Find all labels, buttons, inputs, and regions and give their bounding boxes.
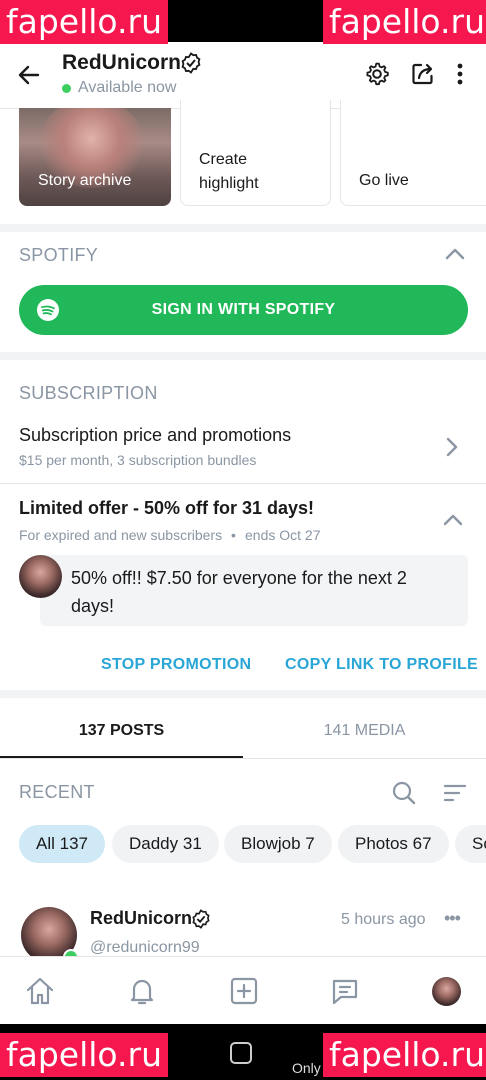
subscription-section-title: SUBSCRIPTION [19,383,158,403]
offer-title: Limited offer - 50% off for 31 days! [19,498,315,518]
divider [0,690,486,698]
message-icon[interactable] [329,975,361,1012]
create-highlight-card[interactable]: Create highlight [180,100,331,206]
avatar [19,555,62,598]
offer-subtitle: For expired and new subscribers [19,527,223,543]
tab-posts-label: 137 POSTS [78,722,165,739]
divider [0,483,486,484]
filter-chip-daddy[interactable]: Daddy 31 [112,825,219,863]
divider [0,758,486,759]
watermark-bottom-left: fapello.ru [0,1033,169,1077]
tab-media[interactable]: 141 MEDIA [243,698,486,758]
chevron-right-icon [444,436,460,463]
tab-posts[interactable]: 137 POSTS [0,698,243,758]
offer-message-text: 50% off!! $7.50 for everyone for the nex… [71,568,407,616]
verified-icon [191,909,211,934]
home-icon[interactable] [24,975,56,1012]
only-label: Only [292,1060,321,1076]
offer-ends: ends Oct 27 [245,527,321,543]
more-vertical-icon[interactable] [452,61,468,87]
subscription-price-subtitle: $15 per month, 3 subscription bundles [19,452,257,468]
sort-icon[interactable] [443,782,467,809]
verified-icon [180,52,202,79]
story-archive-label: Story archive [38,172,132,189]
chevron-up-icon[interactable] [442,512,464,533]
filter-chip-more[interactable]: So [455,825,486,863]
online-dot [62,84,71,93]
profile-header: RedUnicorn Available now [0,42,486,109]
filter-chip-all[interactable]: All 137 [19,825,105,863]
profile-avatar[interactable] [432,977,461,1006]
subscription-price-title: Subscription price and promotions [19,425,292,445]
post-more-button[interactable]: ••• [444,908,461,929]
go-live-label: Go live [359,172,409,189]
copy-link-button[interactable]: COPY LINK TO PROFILE [285,656,478,674]
go-live-card[interactable]: Go live [340,100,486,206]
bottom-nav [0,956,486,1025]
watermark-top-right: fapello.ru [323,0,486,44]
back-arrow-icon[interactable] [16,62,42,88]
search-icon[interactable] [391,780,417,811]
offer-message-bubble: 50% off!! $7.50 for everyone for the nex… [40,555,468,626]
profile-name[interactable]: RedUnicorn [62,51,181,75]
sign-in-spotify-button[interactable]: SIGN IN WITH SPOTIFY [19,285,468,335]
watermark-top-left: fapello.ru [0,0,169,44]
create-highlight-label: Create highlight [199,151,259,192]
plus-square-icon[interactable] [228,975,260,1012]
availability-status: Available now [78,79,177,96]
divider [0,352,486,360]
stop-promotion-button[interactable]: STOP PROMOTION [101,656,251,674]
divider [0,224,486,232]
offer-bullet: • [231,527,236,543]
tab-media-label: 141 MEDIA [323,722,406,739]
chevron-up-icon[interactable] [444,246,466,267]
home-button-icon[interactable] [230,1042,252,1064]
filter-chip-blowjob[interactable]: Blowjob 7 [224,825,332,863]
post-author-name[interactable]: RedUnicorn [90,908,192,929]
share-icon[interactable] [410,61,436,87]
spotify-section-title: SPOTIFY [19,245,99,265]
bell-icon[interactable] [126,975,158,1012]
filter-chip-photos[interactable]: Photos 67 [338,825,449,863]
post-time: 5 hours ago [341,911,426,928]
recent-title: RECENT [19,782,95,802]
sign-in-spotify-label: SIGN IN WITH SPOTIFY [151,301,336,318]
watermark-bottom-right: fapello.ru [323,1033,486,1077]
gear-icon[interactable] [364,61,390,87]
story-archive-card[interactable]: Story archive [19,108,171,206]
subscription-price-row[interactable]: Subscription price and promotions $15 pe… [0,418,486,478]
post-author-handle: @redunicorn99 [90,939,200,956]
